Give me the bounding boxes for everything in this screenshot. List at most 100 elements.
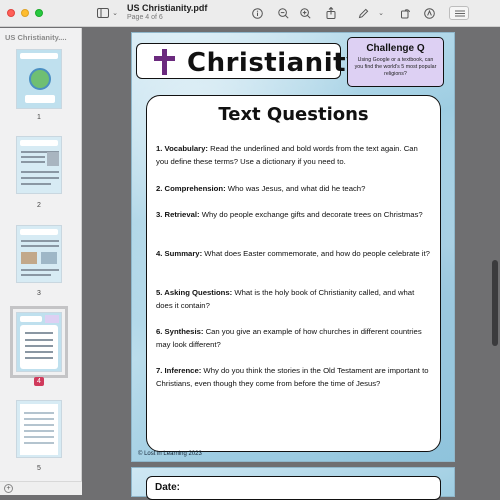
page-number-1: 1 bbox=[37, 114, 41, 121]
question-label: 1. Vocabulary: bbox=[156, 144, 208, 153]
thumbnail-text-line bbox=[24, 430, 54, 432]
thumbnail-card bbox=[20, 325, 58, 369]
question-label: 3. Retrieval: bbox=[156, 210, 200, 219]
thumbnail-text-line bbox=[24, 418, 54, 420]
challenge-box: Challenge Q Using Google or a textbook, … bbox=[347, 37, 444, 87]
question-7: 7. Inference: Why do you think the stori… bbox=[156, 364, 432, 390]
thumbnail-text-line bbox=[21, 245, 59, 247]
zoom-in-button[interactable] bbox=[298, 5, 312, 21]
question-text: Why do people exchange gifts and decorat… bbox=[199, 210, 423, 219]
window-toolbar: ⌄ US Christianity.pdf Page 4 of 6 ⌄ bbox=[0, 0, 500, 27]
question-3: 3. Retrieval: Why do people exchange gif… bbox=[156, 208, 432, 221]
pdf-page: Christianity Challenge Q Using Google or… bbox=[131, 32, 455, 462]
thumbnail-text-line bbox=[24, 412, 54, 414]
thumbnail-text-line bbox=[24, 436, 54, 438]
close-window-button[interactable] bbox=[7, 9, 15, 17]
pdf-page-next: Date: bbox=[131, 467, 455, 500]
sidebar-toggle-button[interactable] bbox=[96, 5, 110, 21]
cross-icon bbox=[162, 49, 167, 75]
question-text: What does Easter commemorate, and how do… bbox=[202, 249, 430, 258]
globe-illustration bbox=[29, 68, 51, 90]
markup-menu-button[interactable]: ⌄ bbox=[377, 5, 385, 21]
search-icon bbox=[455, 10, 465, 17]
search-field[interactable] bbox=[449, 6, 469, 20]
thumbnail-text-line bbox=[21, 240, 59, 242]
vertical-scrollbar[interactable] bbox=[492, 260, 498, 346]
info-button[interactable] bbox=[250, 5, 264, 21]
page-number-5: 5 bbox=[37, 465, 41, 472]
thumbnail-page-3[interactable] bbox=[16, 225, 62, 283]
thumbnail-sidebar: US Christianity.... 1 2 3 4 5 + bbox=[0, 28, 82, 495]
question-5: 5. Asking Questions: What is the holy bo… bbox=[156, 286, 432, 312]
thumbnail-page-1[interactable] bbox=[16, 49, 62, 109]
thumbnail-text-line bbox=[25, 339, 53, 341]
thumbnail-header bbox=[20, 140, 58, 146]
thumbnail-lined-page bbox=[20, 404, 58, 455]
thumbnail-text-line bbox=[21, 171, 59, 173]
thumbnail-photo bbox=[21, 252, 37, 264]
question-label: 2. Comprehension: bbox=[156, 184, 226, 193]
thumbnail-text-line bbox=[25, 351, 53, 353]
questions-card: Text Questions 1. Vocabulary: Read the u… bbox=[146, 95, 441, 452]
thumbnail-text-line bbox=[21, 274, 51, 276]
thumbnail-text-line bbox=[25, 357, 53, 359]
share-icon bbox=[326, 7, 336, 19]
question-2: 2. Comprehension: Who was Jesus, and wha… bbox=[156, 182, 432, 195]
zoom-in-icon bbox=[299, 7, 311, 19]
thumbnail-header bbox=[20, 229, 58, 235]
question-label: 4. Summary: bbox=[156, 249, 203, 258]
zoom-out-button[interactable] bbox=[276, 5, 290, 21]
page-title: Christianity bbox=[187, 48, 364, 78]
thumbnail-text-line bbox=[21, 269, 59, 271]
thumbnail-page-4[interactable] bbox=[10, 306, 68, 378]
zoom-out-icon bbox=[277, 7, 289, 19]
question-text: Who was Jesus, and what did he teach? bbox=[225, 184, 366, 193]
sidebar-icon bbox=[97, 8, 109, 18]
page-number-4-selected: 4 bbox=[34, 377, 44, 386]
question-1: 1. Vocabulary: Read the underlined and b… bbox=[156, 142, 432, 168]
zoom-window-button[interactable] bbox=[35, 9, 43, 17]
question-label: 7. Inference: bbox=[156, 366, 202, 375]
sidebar-menu-button[interactable]: ⌄ bbox=[111, 5, 119, 21]
sidebar-document-title: US Christianity.... bbox=[5, 33, 67, 42]
thumbnail-page-5[interactable] bbox=[16, 400, 62, 458]
thumbnail-page-2[interactable] bbox=[16, 136, 62, 194]
page-number-3: 3 bbox=[37, 290, 41, 297]
pen-icon bbox=[358, 8, 368, 18]
rotate-button[interactable] bbox=[398, 5, 412, 21]
challenge-title: Challenge Q bbox=[366, 43, 425, 54]
info-icon bbox=[251, 7, 263, 19]
thumbnail-text-line bbox=[24, 424, 54, 426]
sidebar-footer: + bbox=[0, 481, 82, 495]
thumbnail-text-line bbox=[21, 156, 45, 158]
challenge-text: Using Google or a textbook, can you find… bbox=[354, 57, 437, 77]
question-label: 6. Synthesis: bbox=[156, 327, 204, 336]
page-number-2: 2 bbox=[37, 202, 41, 209]
thumbnail-text-line bbox=[21, 177, 59, 179]
annotate-button[interactable] bbox=[422, 5, 436, 21]
markup-icon bbox=[423, 7, 435, 19]
cross-icon-bar bbox=[154, 56, 175, 61]
thumbnail-text-line bbox=[25, 332, 53, 334]
share-button[interactable] bbox=[324, 5, 338, 21]
card-title: Text Questions bbox=[218, 104, 369, 125]
question-4: 4. Summary: What does Easter commemorate… bbox=[156, 247, 432, 260]
title-banner: Christianity bbox=[136, 43, 363, 79]
thumbnail-text-line bbox=[24, 442, 54, 444]
thumbnail-text-line bbox=[25, 345, 53, 347]
page-indicator: Page 4 of 6 bbox=[127, 14, 163, 21]
thumbnail-photo bbox=[41, 252, 57, 264]
markup-button[interactable] bbox=[356, 5, 370, 21]
document-title: US Christianity.pdf bbox=[127, 3, 208, 13]
date-label: Date: bbox=[155, 482, 181, 493]
chevron-down-icon: ⌄ bbox=[378, 10, 384, 17]
date-box: Date: bbox=[146, 476, 441, 500]
thumbnail-header bbox=[20, 53, 58, 59]
rotate-icon bbox=[400, 8, 410, 18]
copyright-text: © Lost in Learning 2023 bbox=[138, 451, 202, 457]
minimize-window-button[interactable] bbox=[21, 9, 29, 17]
thumbnail-photo bbox=[47, 152, 59, 166]
thumbnail-text-line bbox=[21, 183, 51, 185]
add-page-button[interactable]: + bbox=[4, 484, 13, 493]
thumbnail-label-box bbox=[25, 95, 55, 103]
